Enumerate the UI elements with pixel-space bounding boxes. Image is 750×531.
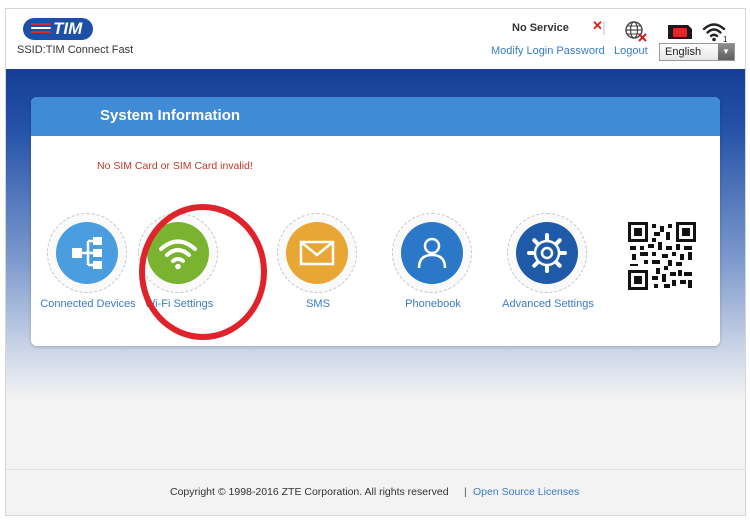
envelope-icon (299, 240, 335, 266)
language-select[interactable]: English ▼ (659, 43, 735, 61)
gear-icon (527, 233, 567, 273)
tile-label: Phonebook (405, 298, 461, 310)
tile-ring (277, 213, 357, 293)
router-admin-page: TIM SSID:TIM Connect Fast No Service ✕ 1… (5, 8, 746, 516)
panel-title: System Information (100, 107, 241, 124)
wifi-client-count: 1 (723, 35, 728, 43)
tile-circle (401, 222, 463, 284)
copyright-text: Copyright © 1998-2016 ZTE Corporation. A… (170, 486, 449, 498)
footer-separator: | (464, 486, 467, 498)
tile-circle (147, 222, 209, 284)
sim-card-icon (668, 25, 692, 39)
connected-devices-icon (72, 237, 102, 269)
network-status: No Service (512, 22, 569, 34)
tim-logo: TIM (23, 18, 93, 40)
logout-link[interactable]: Logout (614, 45, 648, 57)
language-value: English (665, 46, 702, 58)
tile-label: Wi-Fi Settings (144, 298, 214, 310)
no-signal-icon: ✕ (592, 19, 605, 35)
logo-text: TIM (53, 19, 83, 38)
system-info-panel: System Information No SIM Card or SIM Ca… (31, 97, 720, 346)
person-icon (417, 237, 447, 269)
open-source-licenses-link[interactable]: Open Source Licenses (473, 486, 579, 498)
tile-circle (516, 222, 578, 284)
top-header: TIM SSID:TIM Connect Fast No Service ✕ 1… (6, 9, 745, 69)
modify-password-link[interactable]: Modify Login Password (491, 45, 605, 57)
panel-header: System Information (31, 97, 720, 136)
tile-circle (286, 222, 348, 284)
sim-alert: No SIM Card or SIM Card invalid! (97, 160, 253, 172)
wifi-status-icon: 1 (702, 23, 728, 43)
globe-disconnected-icon (625, 21, 647, 42)
tile-ring (507, 213, 587, 293)
chevron-down-icon: ▼ (718, 44, 734, 60)
tile-ring (392, 213, 472, 293)
ssid-label: SSID:TIM Connect Fast (17, 44, 134, 56)
logo-stripes (31, 23, 51, 35)
qr-code (628, 222, 696, 290)
footer: Copyright © 1998-2016 ZTE Corporation. A… (6, 469, 745, 515)
tile-circle (56, 222, 118, 284)
tile-ring (47, 213, 127, 293)
tile-label: Advanced Settings (502, 298, 594, 310)
tile-label: SMS (306, 298, 330, 310)
wifi-icon (159, 239, 197, 270)
tile-ring (138, 213, 218, 293)
